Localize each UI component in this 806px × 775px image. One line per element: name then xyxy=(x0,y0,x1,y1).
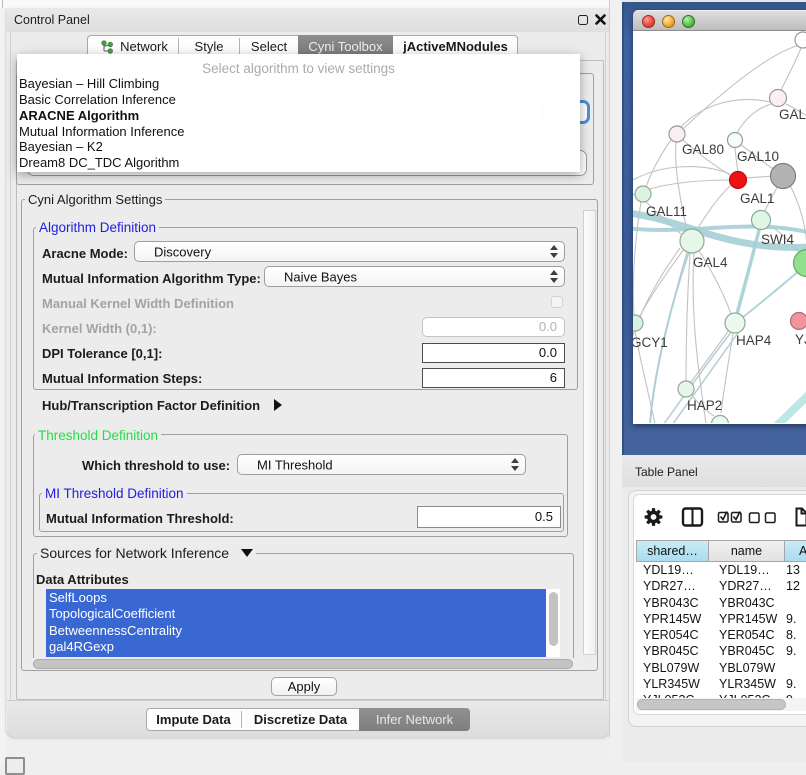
svg-text:GAL10: GAL10 xyxy=(737,149,779,164)
svg-text:GAL7: GAL7 xyxy=(779,107,806,122)
svg-text:YJ: YJ xyxy=(795,332,806,347)
svg-text:GAL1: GAL1 xyxy=(740,191,775,206)
svg-text:GAL4: GAL4 xyxy=(693,255,728,270)
svg-text:HAP2: HAP2 xyxy=(687,398,722,413)
svg-text:SWI4: SWI4 xyxy=(761,232,794,247)
svg-text:GAL11: GAL11 xyxy=(646,204,687,219)
svg-text:GCY1: GCY1 xyxy=(633,335,668,350)
svg-text:GAL80: GAL80 xyxy=(682,142,724,157)
svg-text:HAP4: HAP4 xyxy=(736,333,772,348)
